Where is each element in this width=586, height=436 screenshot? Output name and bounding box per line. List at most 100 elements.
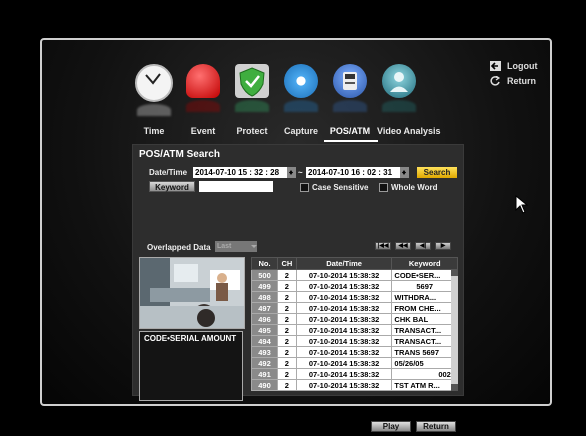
row-keyword: 0026 [391,368,458,380]
row-datetime: 07-10-2014 15:38:32 [295,346,393,358]
table-row[interactable]: 492 2 07-10-2014 15:38:32 05/26/05 [251,357,458,369]
atm-icon [333,64,367,98]
chevron-down-icon [251,245,257,251]
row-keyword: TRANSACT... [391,335,458,347]
keyword-button[interactable]: Keyword [149,181,195,192]
table-row[interactable]: 496 2 07-10-2014 15:38:32 CHK BAL [251,313,458,325]
table-row[interactable]: 497 2 07-10-2014 15:38:32 FROM CHE... [251,302,458,314]
table-row[interactable]: 499 2 07-10-2014 15:38:32 5697 [251,280,458,292]
row-no: 494 [251,335,278,347]
row-ch: 2 [277,302,297,314]
row-ch: 2 [277,269,297,281]
table-row[interactable]: 494 2 07-10-2014 15:38:32 TRANSACT... [251,335,458,347]
shield-icon [235,64,269,98]
menu-video-analysis[interactable]: Video Analysis [377,64,441,136]
active-underline [324,140,378,142]
date-separator: ~ [298,168,303,177]
clock-icon [135,64,173,102]
menu-video-analysis-label: Video Analysis [377,126,441,136]
mouse-cursor-icon [515,195,529,214]
row-ch: 2 [277,280,297,292]
overlapped-data-label: Overlapped Data [147,243,211,252]
row-no: 496 [251,313,278,325]
date-time-label: Date/Time [149,168,188,177]
row-datetime: 07-10-2014 15:38:32 [295,313,393,325]
menu-pos-atm[interactable]: POS/ATM [324,64,378,142]
person-icon [382,64,416,98]
row-ch: 2 [277,324,297,336]
row-keyword: FROM CHE... [391,302,458,314]
table-scrollbar[interactable] [451,269,458,391]
row-datetime: 07-10-2014 15:38:32 [295,335,393,347]
keyword-input[interactable] [199,181,273,192]
table-row[interactable]: 500 2 07-10-2014 15:38:32 CODE•SER... [251,269,458,281]
menu-event[interactable]: Event [183,64,223,136]
play-button[interactable]: Play [371,421,411,432]
logout-link[interactable]: Logout [490,61,538,71]
pos-atm-search-panel: POS/ATM Search Date/Time 2014-07-10 15 :… [132,144,464,432]
row-ch: 2 [277,313,297,325]
menu-capture[interactable]: Capture [281,64,321,136]
return-button[interactable]: Return [416,421,456,432]
case-sensitive-checkbox[interactable] [300,183,309,192]
row-keyword: TST ATM R... [391,379,458,391]
return-icon [490,75,501,86]
table-row[interactable]: 491 2 07-10-2014 15:38:32 0026 [251,368,458,380]
col-header-datetime[interactable]: Date/Time [295,257,393,270]
row-ch: 2 [277,357,297,369]
menu-protect[interactable]: Protect [232,64,272,136]
pos-event-table: No. CH Date/Time Keyword 500 2 07-10-2014 … [251,257,458,391]
row-keyword: 5697 [391,280,458,292]
scroll-down-icon[interactable] [451,384,458,391]
row-no: 499 [251,280,278,292]
row-keyword: WITHDRA... [391,291,458,303]
table-row[interactable]: 493 2 07-10-2014 15:38:32 TRANS 5697 [251,346,458,358]
dvr-window: Logout Return Time Event Protect Capture… [40,38,552,432]
prev-item-button[interactable]: ◀| [415,242,431,250]
whole-word-checkbox[interactable] [379,183,388,192]
scroll-up-icon[interactable] [451,269,458,276]
row-no: 500 [251,269,278,281]
search-button[interactable]: Search [417,167,457,178]
next-item-button[interactable]: ▶ [435,242,451,250]
first-page-button[interactable]: |◀◀ [375,242,391,250]
logout-label: Logout [507,61,538,71]
row-datetime: 07-10-2014 15:38:32 [295,324,393,336]
row-keyword: CODE•SER... [391,269,458,281]
row-keyword: TRANS 5697 [391,346,458,358]
case-sensitive-label: Case Sensitive [312,183,369,192]
siren-icon [186,64,220,98]
row-ch: 2 [277,335,297,347]
menu-time[interactable]: Time [134,64,174,136]
row-no: 490 [251,379,278,391]
row-no: 493 [251,346,278,358]
whole-word-label: Whole Word [391,183,438,192]
row-ch: 2 [277,291,297,303]
disc-icon [284,64,318,98]
date-to-field[interactable]: 2014-07-10 16 : 02 : 31 [306,167,400,178]
row-keyword: CHK BAL [391,313,458,325]
transaction-text-overlay: CODE•SERIAL AMOUNT [139,331,243,401]
row-datetime: 07-10-2014 15:38:32 [295,302,393,314]
col-header-no[interactable]: No. [251,257,278,270]
row-no: 497 [251,302,278,314]
col-header-keyword[interactable]: Keyword [391,257,458,270]
date-from-spinner[interactable] [287,167,296,178]
return-link[interactable]: Return [490,75,536,86]
row-datetime: 07-10-2014 15:38:32 [295,269,393,281]
prev-page-button[interactable]: ◀◀ [395,242,411,250]
row-no: 492 [251,357,278,369]
date-to-spinner[interactable] [400,167,409,178]
table-row[interactable]: 490 2 07-10-2014 15:38:32 TST ATM R... [251,379,458,391]
row-datetime: 07-10-2014 15:38:32 [295,280,393,292]
table-row[interactable]: 498 2 07-10-2014 15:38:32 WITHDRA... [251,291,458,303]
row-ch: 2 [277,368,297,380]
row-no: 495 [251,324,278,336]
row-keyword: 05/26/05 [391,357,458,369]
row-keyword: TRANSACT... [391,324,458,336]
col-header-ch[interactable]: CH [277,257,297,270]
date-from-field[interactable]: 2014-07-10 15 : 32 : 28 [193,167,287,178]
table-row[interactable]: 495 2 07-10-2014 15:38:32 TRANSACT... [251,324,458,336]
row-no: 498 [251,291,278,303]
menu-pos-atm-label: POS/ATM [329,126,371,136]
